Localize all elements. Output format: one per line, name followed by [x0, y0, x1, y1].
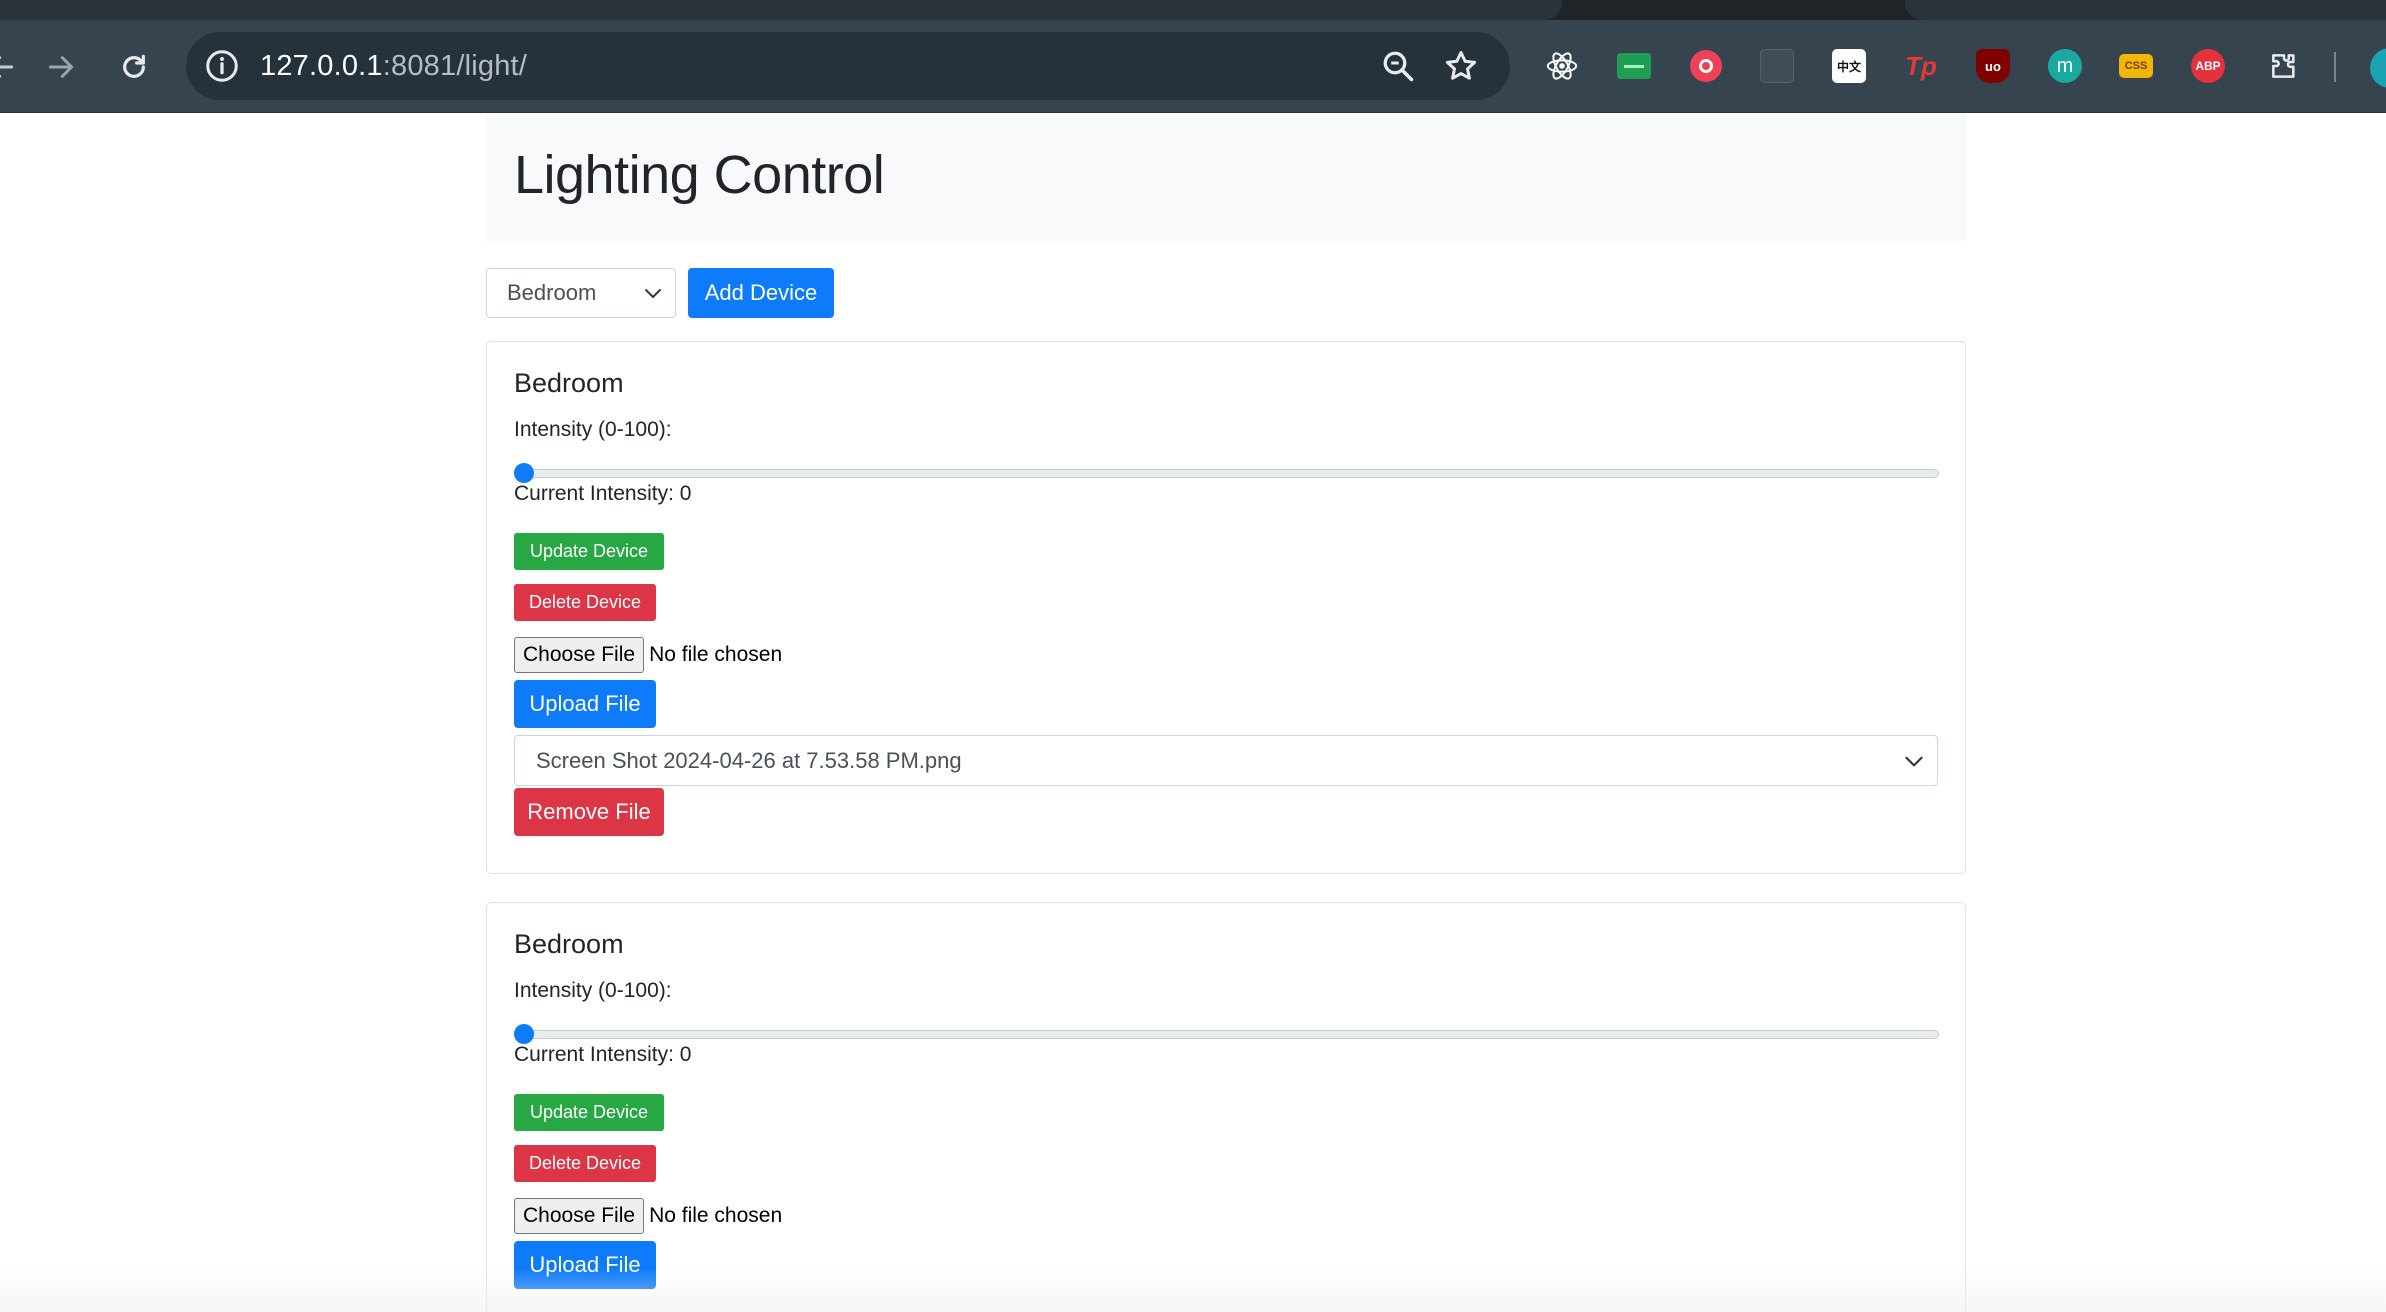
forward-arrow-icon	[48, 56, 74, 78]
toolbar-divider	[2334, 52, 2336, 82]
forward-button[interactable]	[36, 42, 86, 92]
file-input[interactable]: Choose File No file chosen	[514, 1198, 782, 1234]
back-button[interactable]	[0, 42, 26, 92]
file-input[interactable]: Choose File No file chosen	[514, 637, 782, 673]
file-status: No file chosen	[649, 1204, 783, 1227]
update-device-button[interactable]: Update Device	[514, 1094, 664, 1131]
back-arrow-icon	[0, 56, 14, 78]
intensity-slider-thumb[interactable]	[514, 463, 534, 483]
device-card: Bedroom Intensity (0-100): Current Inten…	[486, 902, 1966, 1312]
chinese-translate-icon[interactable]: 中文	[1829, 46, 1869, 86]
browser-tab[interactable]	[0, 0, 1562, 20]
page-header: Lighting Control	[486, 114, 1966, 241]
adblock-plus-icon[interactable]: ABP	[2188, 46, 2228, 86]
page-container: Lighting Control Bedroom Add Device Bedr…	[486, 114, 1966, 1312]
update-device-button[interactable]: Update Device	[514, 533, 664, 570]
chevron-down-icon	[1905, 756, 1923, 767]
address-bar[interactable]: 127.0.0.1:8081/light/	[186, 32, 1510, 100]
file-select[interactable]: Screen Shot 2024-04-26 at 7.53.58 PM.png	[514, 735, 1938, 786]
remove-file-button[interactable]: Remove File	[514, 788, 664, 836]
m-extension-icon[interactable]: m	[2045, 46, 2085, 86]
delete-device-button[interactable]: Delete Device	[514, 1145, 656, 1182]
intensity-label: Intensity (0-100):	[514, 418, 672, 441]
reload-icon	[123, 54, 145, 78]
upload-file-button[interactable]: Upload File	[514, 680, 656, 728]
profile-avatar[interactable]	[2370, 48, 2386, 88]
bookmark-star-icon[interactable]	[1442, 47, 1480, 85]
intensity-slider-thumb[interactable]	[514, 1024, 534, 1044]
browser-toolbar: 127.0.0.1:8081/light/ 中文 Tp uo m CSS ABP	[0, 20, 2386, 113]
grid-extension-icon[interactable]	[1757, 46, 1797, 86]
zoom-icon[interactable]	[1380, 48, 1416, 84]
reload-button[interactable]	[109, 42, 159, 92]
extensions-puzzle-icon[interactable]	[2264, 46, 2304, 86]
room-select-value: Bedroom	[507, 280, 597, 305]
url-path: :8081/light/	[382, 50, 528, 82]
current-intensity: Current Intensity: 0	[514, 1043, 692, 1066]
ublock-icon[interactable]: uo	[1973, 46, 2013, 86]
room-select[interactable]: Bedroom	[486, 268, 676, 318]
delete-device-button[interactable]: Delete Device	[514, 584, 656, 621]
intensity-slider[interactable]	[517, 469, 1939, 478]
device-name: Bedroom	[514, 929, 624, 959]
pocket-icon[interactable]	[1686, 46, 1726, 86]
url-text[interactable]: 127.0.0.1:8081/light/	[260, 50, 527, 83]
current-intensity: Current Intensity: 0	[514, 482, 692, 505]
intensity-slider[interactable]	[517, 1030, 1939, 1039]
chevron-down-icon	[645, 289, 661, 298]
add-device-button[interactable]: Add Device	[688, 268, 834, 318]
device-name: Bedroom	[514, 368, 624, 398]
browser-tab[interactable]	[1905, 0, 2386, 20]
page-title: Lighting Control	[514, 145, 885, 205]
upload-file-button[interactable]: Upload File	[514, 1241, 656, 1289]
file-status: No file chosen	[649, 643, 783, 666]
choose-file-button[interactable]: Choose File	[514, 1198, 645, 1234]
tp-extension-icon[interactable]: Tp	[1901, 46, 1941, 86]
choose-file-button[interactable]: Choose File	[514, 637, 645, 673]
css-extension-icon[interactable]: CSS	[2116, 46, 2156, 86]
selected-file: Screen Shot 2024-04-26 at 7.53.58 PM.png	[536, 748, 962, 773]
site-info-icon[interactable]	[204, 48, 240, 84]
url-host: 127.0.0.1	[260, 50, 383, 82]
browser-tabstrip	[0, 0, 2386, 20]
device-card: Bedroom Intensity (0-100): Current Inten…	[486, 341, 1966, 874]
intensity-label: Intensity (0-100):	[514, 979, 672, 1002]
react-devtools-icon[interactable]	[1542, 46, 1582, 86]
screen-reader-icon[interactable]	[1614, 46, 1654, 86]
